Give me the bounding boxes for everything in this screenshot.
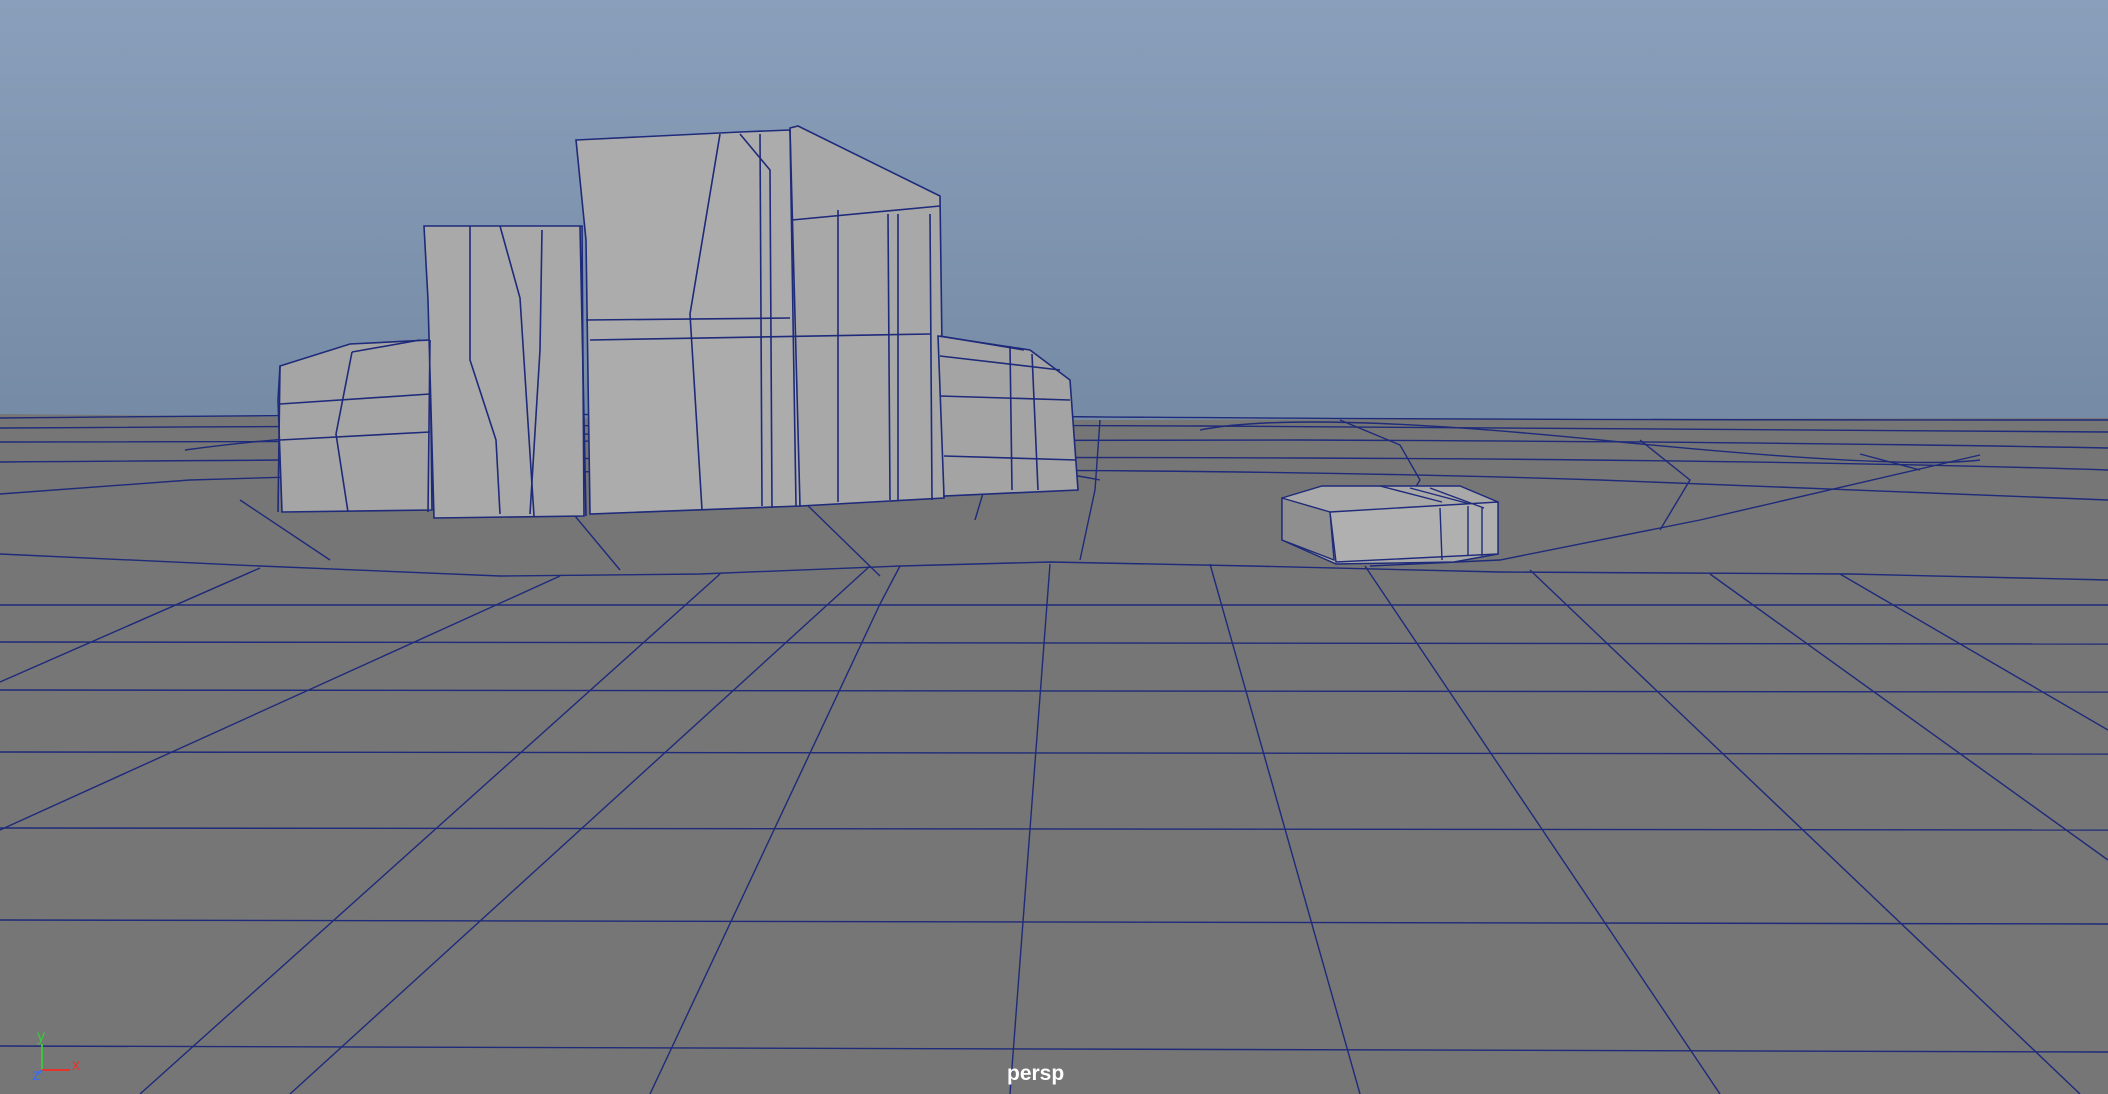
axis-y-label: y [37,1028,45,1045]
scene-canvas[interactable] [0,0,2108,1094]
flat-stone-mesh[interactable] [1281,485,1499,565]
ground-plane-mesh[interactable] [0,413,2108,1094]
axis-gizmo-icon: y x z [32,1028,80,1082]
axis-z-label: z [32,1067,40,1082]
perspective-viewport[interactable]: y x z persp [0,0,2108,1094]
camera-name-label: persp [1007,1062,1065,1085]
axis-x-label: x [72,1057,80,1074]
